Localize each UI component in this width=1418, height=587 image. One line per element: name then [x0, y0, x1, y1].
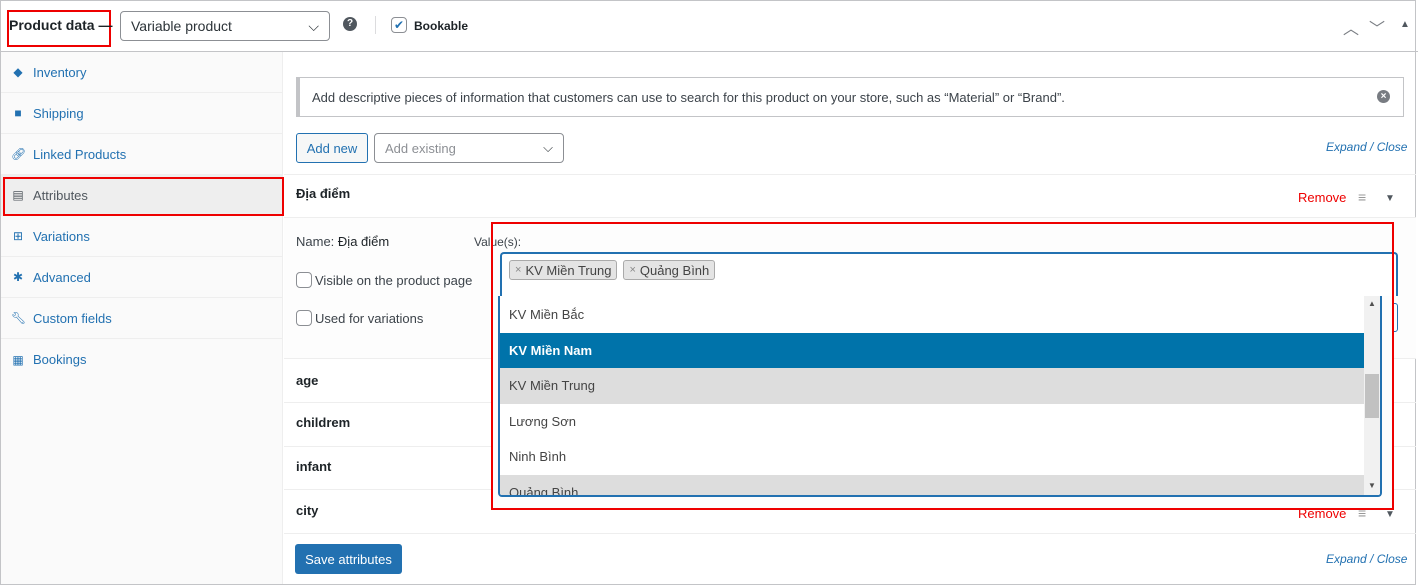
sidebar-item-custom-fields[interactable]: 🔧︎ Custom fields — [1, 298, 283, 339]
sidebar-item-advanced[interactable]: ✱ Advanced — [1, 257, 283, 298]
separator — [375, 16, 376, 34]
sidebar-item-shipping[interactable]: ■ Shipping — [1, 93, 283, 134]
bookable-checkbox[interactable]: ✔ — [391, 17, 407, 33]
attribute-title[interactable]: Địa điểm — [296, 186, 350, 201]
sidebar: ◆ Inventory ■ Shipping 🔗︎ Linked Products ▤… — [1, 52, 283, 584]
expand-close-top: Expand / Close — [1326, 140, 1407, 154]
grid-icon: ⊞ — [12, 229, 24, 243]
add-existing-placeholder: Add existing — [385, 140, 456, 156]
variations-label: Used for variations — [315, 311, 424, 326]
sidebar-item-label: Variations — [33, 228, 90, 244]
attribute-title-childrem[interactable]: childrem — [296, 415, 350, 430]
sidebar-item-label: Shipping — [33, 105, 84, 121]
expand-close-bottom: Expand / Close — [1326, 552, 1407, 566]
toggle-icon[interactable]: ▼ — [1385, 509, 1395, 520]
sidebar-item-label: Custom fields — [33, 310, 112, 326]
move-up-icon[interactable]: ︿ — [1343, 15, 1359, 39]
move-down-icon[interactable]: ﹀ — [1369, 15, 1385, 39]
close-icon[interactable]: × — [1377, 90, 1390, 103]
slash: / — [1370, 552, 1374, 566]
expand-link[interactable]: Expand — [1326, 140, 1367, 154]
sidebar-item-inventory[interactable]: ◆ Inventory — [1, 52, 283, 93]
expand-link[interactable]: Expand — [1326, 552, 1367, 566]
divider — [284, 174, 1416, 175]
help-icon[interactable]: ? — [343, 17, 357, 31]
remove-attribute-link[interactable]: Remove — [1298, 190, 1346, 205]
sidebar-item-label: Bookings — [33, 352, 87, 367]
attribute-name: Name: Địa điểm — [296, 234, 389, 249]
chevron-down-icon: ⌵ — [308, 17, 319, 34]
wrench-icon: 🔧︎ — [11, 311, 27, 325]
annotation-box — [491, 222, 1394, 510]
annotation-box — [3, 177, 284, 216]
close-link[interactable]: Close — [1377, 140, 1408, 154]
collapse-toggle-icon[interactable]: ▲ — [1400, 19, 1410, 30]
calendar-icon: ▦ — [12, 352, 24, 367]
product-type-value: Variable product — [131, 18, 232, 34]
attribute-title-city[interactable]: city — [296, 503, 318, 518]
variations-checkbox[interactable] — [296, 310, 312, 326]
name-label: Name: — [296, 234, 335, 249]
sidebar-item-label: Advanced — [33, 269, 91, 285]
link-icon: 🔗︎ — [11, 147, 27, 161]
add-existing-select[interactable]: Add existing ⌵ — [374, 133, 564, 163]
panel-title: Product data — — [9, 17, 113, 33]
tag-icon: ◆ — [13, 65, 23, 79]
sidebar-item-label: Linked Products — [33, 146, 127, 162]
sidebar-item-variations[interactable]: ⊞ Variations — [1, 216, 283, 257]
visible-label: Visible on the product page — [315, 273, 473, 288]
add-new-button[interactable]: Add new — [296, 133, 368, 163]
info-notice: Add descriptive pieces of information th… — [296, 77, 1404, 117]
sidebar-item-linked-products[interactable]: 🔗︎ Linked Products — [1, 134, 283, 175]
notice-text: Add descriptive pieces of information th… — [312, 89, 1065, 105]
divider — [284, 533, 1416, 534]
sidebar-item-label: Inventory — [33, 64, 87, 80]
chevron-down-icon: ⌵ — [543, 140, 553, 155]
truck-icon: ■ — [14, 106, 22, 120]
product-type-select[interactable]: Variable product ⌵ — [120, 11, 330, 41]
bookable-label: Bookable — [414, 19, 469, 33]
close-link[interactable]: Close — [1377, 552, 1408, 566]
toggle-icon[interactable]: ▼ — [1385, 193, 1395, 204]
attribute-title-infant[interactable]: infant — [296, 459, 331, 474]
slash: / — [1370, 140, 1374, 154]
gear-icon: ✱ — [12, 270, 24, 284]
visible-checkbox[interactable] — [296, 272, 312, 288]
name-value: Địa điểm — [337, 234, 390, 249]
drag-handle-icon[interactable]: ≡ — [1358, 189, 1366, 205]
sidebar-item-bookings[interactable]: ▦ Bookings — [1, 339, 283, 380]
save-attributes-button[interactable]: Save attributes — [295, 544, 402, 574]
attribute-title-age[interactable]: age — [296, 373, 318, 388]
